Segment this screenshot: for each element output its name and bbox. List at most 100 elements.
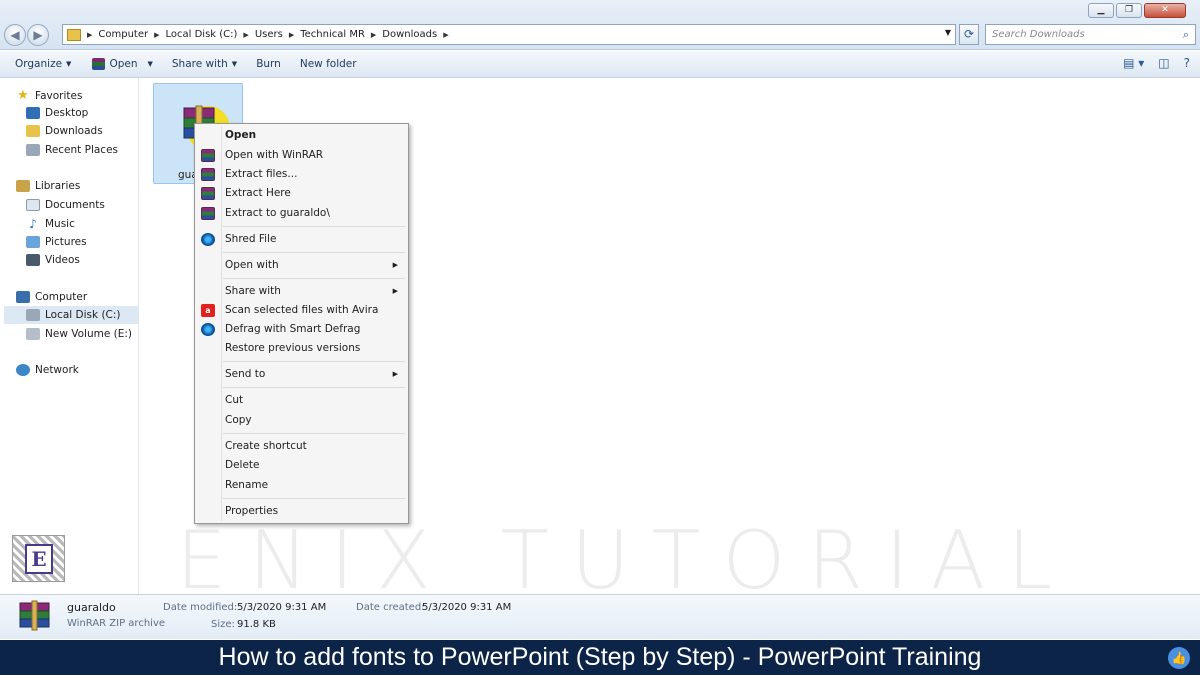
menu-copy[interactable]: Copy xyxy=(225,414,252,426)
menu-open-with-winrar[interactable]: Open with WinRAR xyxy=(225,149,323,161)
logo-letter: E xyxy=(25,544,53,574)
nav-documents[interactable]: Documents xyxy=(26,199,105,211)
folder-icon xyxy=(67,28,81,41)
menu-extract-to[interactable]: Extract to guaraldo\ xyxy=(225,207,330,219)
nav-computer[interactable]: Computer xyxy=(16,291,87,303)
chevron-right-icon[interactable]: ▶ xyxy=(87,31,92,39)
menu-defrag[interactable]: Defrag with Smart Defrag xyxy=(225,323,360,335)
minimize-button[interactable]: ▁ xyxy=(1088,3,1114,18)
breadcrumb-local-disk[interactable]: Local Disk (C:) xyxy=(166,29,238,40)
details-file-type: WinRAR ZIP archive xyxy=(67,618,166,629)
search-icon[interactable]: ⌕ xyxy=(1183,28,1189,42)
organize-label: Organize xyxy=(15,58,63,70)
chevron-right-icon[interactable]: ▶ xyxy=(243,31,248,39)
details-modified-value: 5/3/2020 9:31 AM xyxy=(237,602,327,613)
command-bar: Organize ▼ Open ▼ Share with ▼ Burn New … xyxy=(0,51,1200,78)
nav-new-volume[interactable]: New Volume (E:) xyxy=(26,328,132,340)
details-modified-label: Date modified: xyxy=(163,602,238,613)
chevron-right-icon[interactable]: ▶ xyxy=(154,31,159,39)
menu-extract-here[interactable]: Extract Here xyxy=(225,187,291,199)
open-button[interactable]: Open ▼ xyxy=(92,58,153,70)
breadcrumb-technical-mr[interactable]: Technical MR xyxy=(300,29,365,40)
submenu-arrow-icon: ▶ xyxy=(392,370,398,378)
winrar-archive-icon xyxy=(18,600,51,632)
menu-properties[interactable]: Properties xyxy=(225,505,278,517)
nav-desktop[interactable]: Desktop xyxy=(26,107,88,119)
nav-desktop-label: Desktop xyxy=(45,107,89,119)
menu-delete[interactable]: Delete xyxy=(225,459,260,471)
nav-network[interactable]: Network xyxy=(16,364,79,376)
details-size-label: Size: xyxy=(211,619,235,630)
nav-videos[interactable]: Videos xyxy=(26,254,80,266)
nav-videos-label: Videos xyxy=(45,254,80,266)
nav-documents-label: Documents xyxy=(45,199,105,211)
breadcrumb-downloads[interactable]: Downloads xyxy=(382,29,437,40)
libraries-icon xyxy=(16,180,30,192)
menu-extract-files[interactable]: Extract files... xyxy=(225,168,297,180)
breadcrumb-users[interactable]: Users xyxy=(255,29,283,40)
nav-libraries[interactable]: Libraries xyxy=(16,180,80,192)
view-controls: ▤ ▾ ◫ ? xyxy=(1123,56,1190,70)
menu-restore-versions[interactable]: Restore previous versions xyxy=(225,342,360,354)
nav-local-disk-label: Local Disk (C:) xyxy=(45,309,121,321)
forward-arrow-icon[interactable]: ▶ xyxy=(27,24,49,46)
thumbs-up-icon[interactable]: 👍 xyxy=(1168,647,1190,669)
preview-pane-icon[interactable]: ◫ xyxy=(1158,56,1169,70)
chevron-right-icon[interactable]: ▶ xyxy=(371,31,376,39)
view-options-icon[interactable]: ▤ ▾ xyxy=(1123,56,1144,70)
search-placeholder: Search Downloads xyxy=(992,29,1085,40)
submenu-arrow-icon: ▶ xyxy=(392,261,398,269)
help-icon[interactable]: ? xyxy=(1184,56,1190,70)
breadcrumb-computer[interactable]: Computer xyxy=(98,29,148,40)
chevron-down-icon: ▼ xyxy=(147,60,153,68)
nav-recent-places[interactable]: Recent Places xyxy=(26,144,118,156)
chevron-down-icon[interactable]: ▼ xyxy=(945,28,951,37)
menu-share-with[interactable]: Share with xyxy=(225,285,281,297)
details-file-name: guaraldo xyxy=(67,601,116,614)
new-folder-label: New folder xyxy=(299,58,357,70)
menu-open-with[interactable]: Open with xyxy=(225,259,279,271)
menu-cut[interactable]: Cut xyxy=(225,394,243,406)
nav-downloads[interactable]: Downloads xyxy=(26,125,103,137)
drive-icon xyxy=(26,309,40,321)
new-folder-button[interactable]: New folder xyxy=(300,58,357,70)
nav-music[interactable]: ♪ Music xyxy=(26,218,75,230)
nav-new-volume-label: New Volume (E:) xyxy=(45,328,132,340)
chevron-right-icon[interactable]: ▶ xyxy=(443,31,448,39)
chevron-right-icon[interactable]: ▶ xyxy=(289,31,294,39)
details-pane: guaraldo WinRAR ZIP archive Date modifie… xyxy=(0,594,1200,639)
nav-libraries-label: Libraries xyxy=(35,180,81,192)
details-created-value: 5/3/2020 9:31 AM xyxy=(422,602,512,613)
refresh-icon[interactable]: ⟳ xyxy=(959,24,979,45)
documents-icon xyxy=(26,199,40,211)
window-controls: ▁ ❐ ✕ xyxy=(1088,3,1186,18)
winrar-icon xyxy=(92,58,106,70)
nav-computer-label: Computer xyxy=(35,291,88,303)
menu-send-to[interactable]: Send to xyxy=(225,368,265,380)
nav-local-disk[interactable]: Local Disk (C:) xyxy=(4,306,138,324)
address-bar[interactable]: ▶ Computer ▶ Local Disk (C:) ▶ Users ▶ T… xyxy=(62,24,956,45)
menu-rename[interactable]: Rename xyxy=(225,479,268,491)
details-size-value: 91.8 KB xyxy=(237,619,276,630)
computer-icon xyxy=(16,291,30,303)
menu-create-shortcut[interactable]: Create shortcut xyxy=(225,440,307,452)
search-input[interactable]: Search Downloads ⌕ xyxy=(985,24,1196,45)
maximize-button[interactable]: ❐ xyxy=(1116,3,1142,18)
share-with-button[interactable]: Share with ▼ xyxy=(172,58,237,70)
nav-favorites[interactable]: ★ Favorites xyxy=(16,88,82,103)
burn-button[interactable]: Burn xyxy=(256,58,281,70)
nav-pictures[interactable]: Pictures xyxy=(26,236,87,248)
menu-scan-avira[interactable]: Scan selected files with Avira xyxy=(225,304,378,316)
winrar-icon xyxy=(201,168,215,181)
menu-shred-file[interactable]: Shred File xyxy=(225,233,276,245)
menu-separator xyxy=(223,252,405,253)
pictures-icon xyxy=(26,236,40,248)
channel-logo: E xyxy=(12,535,65,582)
organize-button[interactable]: Organize ▼ xyxy=(15,58,71,70)
menu-open[interactable]: Open xyxy=(225,129,256,141)
menu-gutter xyxy=(221,126,222,521)
close-button[interactable]: ✕ xyxy=(1144,3,1186,18)
downloads-icon xyxy=(26,125,40,137)
back-arrow-icon[interactable]: ◀ xyxy=(4,24,26,46)
nav-music-label: Music xyxy=(45,218,75,230)
